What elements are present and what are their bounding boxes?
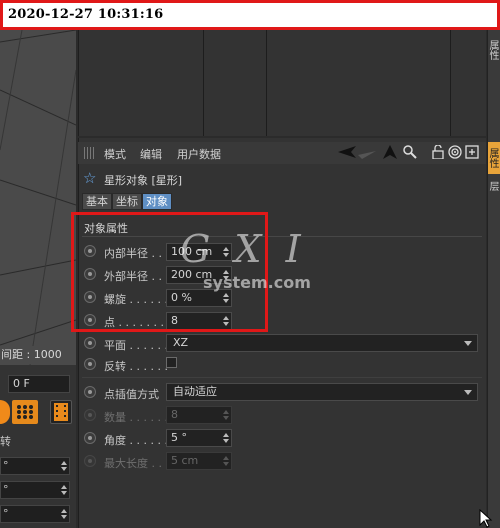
watermark-logo: G X I 网 system.com [175, 226, 363, 296]
tab-attributes[interactable]: 属性 [487, 142, 500, 174]
new-panel-svg [465, 145, 479, 159]
lock-icon[interactable] [430, 144, 446, 161]
angle-label: 角度 . . . . . . [104, 434, 168, 447]
max-length-value: 5 cm [171, 454, 199, 467]
reverse-checkbox[interactable] [166, 357, 177, 368]
spin-arrows-icon[interactable] [223, 433, 229, 443]
rotation-field-b-value: ° [3, 507, 9, 520]
tab-coordinates[interactable]: 坐标 [112, 193, 142, 210]
cursor-arrow-icon[interactable] [382, 145, 398, 161]
timestamp-text: 2020-12-27 10:31:16 [8, 7, 164, 22]
interpolation-label: 点插值方式 [104, 388, 159, 401]
angle-value: 5 ° [171, 431, 187, 444]
tab-attributes-label: 属性 [487, 148, 498, 168]
search-svg [403, 145, 417, 159]
plane-value: XZ [173, 336, 189, 349]
grid-spacing-readout: 间距 : 1000 cm [0, 346, 76, 375]
menu-mode[interactable]: 模式 [104, 146, 126, 162]
rotation-field-p-value: ° [3, 483, 9, 496]
reverse-label: 反转 . . . . . . [104, 360, 168, 373]
object-manager-panel [78, 30, 486, 136]
number-value: 8 [171, 408, 178, 421]
new-panel-icon[interactable] [464, 145, 480, 161]
animate-toggle-reverse[interactable] [84, 358, 96, 370]
animate-toggle-max-length [84, 455, 96, 467]
menu-edit[interactable]: 编辑 [140, 146, 162, 162]
search-icon[interactable] [402, 145, 418, 161]
cursor-arrow-svg [383, 145, 397, 159]
interpolation-dropdown[interactable]: 自动适应 [166, 383, 478, 401]
tab-attributes-top[interactable]: 属性 [487, 36, 500, 64]
rotation-field-b[interactable]: ° [0, 505, 70, 523]
target-icon[interactable] [447, 145, 463, 161]
tab-object[interactable]: 对象 [142, 193, 172, 210]
chevron-down-icon [464, 341, 472, 346]
max-length-label: 最大长度 . . [104, 457, 162, 470]
object-title: 星形对象 [星形] [104, 174, 183, 187]
star-object-icon: ☆ [83, 169, 97, 187]
max-length-field: 5 cm [166, 452, 232, 470]
plane-dropdown[interactable]: XZ [166, 334, 478, 352]
tab-attributes-top-label: 属性 [487, 40, 498, 60]
viewport[interactable] [0, 30, 76, 365]
rotation-field-h[interactable]: ° [0, 457, 70, 475]
back-arrow-icon[interactable] [338, 145, 356, 161]
watermark-site: system.com [203, 273, 311, 292]
keyframe-dots-button[interactable] [12, 400, 38, 424]
watermark-svg: G X I 网 system.com [180, 227, 363, 292]
interpolation-value: 自动适应 [173, 385, 217, 398]
animate-toggle-angle[interactable] [84, 432, 96, 444]
lock-svg [432, 144, 444, 160]
forward-arrow-icon[interactable] [358, 145, 376, 161]
forward-arrow-svg [358, 151, 376, 159]
tab-layers-label: 层 [487, 181, 498, 191]
animate-toggle-interpolation[interactable] [84, 386, 96, 398]
timestamp-bar: 2020-12-27 10:31:16 [0, 0, 500, 30]
viewport-grid [0, 30, 76, 365]
group-divider [82, 377, 482, 378]
tab-basic[interactable]: 基本 [82, 193, 112, 210]
grip-icon[interactable] [84, 147, 96, 159]
number-label: 数量 . . . . . . [104, 411, 168, 424]
keyframe-dots-icon [17, 405, 33, 419]
rotation-field-p[interactable]: ° [0, 481, 70, 499]
target-svg [448, 145, 462, 159]
menu-user-data[interactable]: 用户数据 [177, 146, 221, 162]
tab-layers[interactable]: 层 [487, 178, 500, 194]
animate-toggle-number [84, 409, 96, 421]
frame-field[interactable]: 0 F [8, 375, 70, 393]
rotation-field-h-value: ° [3, 459, 9, 472]
watermark-brand: G X I 网 [180, 227, 325, 271]
plane-label: 平面 . . . . . . [104, 339, 168, 352]
film-strip-button[interactable] [50, 400, 72, 424]
animate-toggle-plane[interactable] [84, 337, 96, 349]
column-divider [203, 30, 204, 136]
column-divider [266, 30, 267, 136]
column-divider [450, 30, 451, 136]
right-tab-strip [487, 30, 500, 528]
film-strip-icon [54, 403, 68, 421]
number-field: 8 [166, 406, 232, 424]
rotation-label: 转 [0, 435, 11, 448]
back-arrow-svg [338, 146, 356, 158]
angle-field[interactable]: 5 ° [166, 429, 232, 447]
chevron-down-icon [464, 390, 472, 395]
mouse-cursor-icon [479, 508, 493, 528]
mouse-cursor-svg [479, 508, 493, 528]
